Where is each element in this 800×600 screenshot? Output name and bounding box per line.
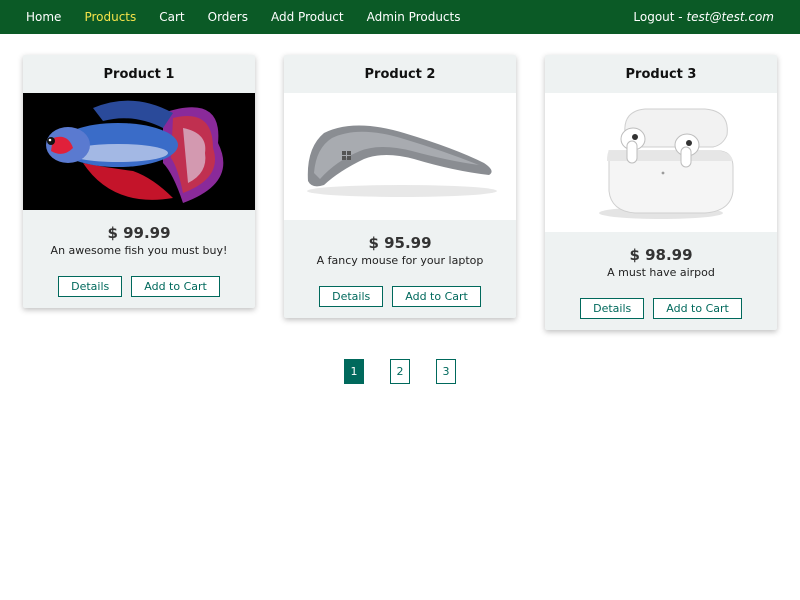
nav-products-link[interactable]: Products	[84, 10, 136, 24]
product-content: $ 99.99 An awesome fish you must buy!	[23, 210, 255, 258]
details-button[interactable]: Details	[319, 286, 384, 307]
airpods-image	[545, 93, 777, 232]
product-title: Product 1	[103, 66, 175, 82]
add-to-cart-button[interactable]: Add to Cart	[392, 286, 481, 307]
product-price: $ 99.99	[107, 224, 171, 242]
main-header: Home Products Cart Orders Add Product Ad…	[0, 0, 800, 34]
logout-link[interactable]: Logout -	[633, 10, 686, 24]
add-to-cart-button[interactable]: Add to Cart	[653, 298, 742, 319]
betta-fish-image	[23, 93, 255, 210]
product-actions: Details Add to Cart	[23, 258, 255, 308]
nav-admin-products-link[interactable]: Admin Products	[367, 10, 461, 24]
main-nav: Home Products Cart Orders Add Product Ad…	[26, 0, 483, 34]
details-button[interactable]: Details	[580, 298, 645, 319]
product-title: Product 3	[625, 66, 697, 82]
product-price: $ 95.99	[368, 234, 432, 252]
page-link-3[interactable]: 3	[436, 359, 456, 384]
arc-mouse-image	[284, 93, 516, 220]
product-card: Product 2 $ 95.99 A fancy mouse for your…	[284, 55, 516, 318]
product-description: A must have airpod	[607, 266, 715, 279]
product-content: $ 98.99 A must have airpod	[545, 232, 777, 280]
product-actions: Details Add to Cart	[545, 280, 777, 330]
product-description: A fancy mouse for your laptop	[316, 254, 484, 267]
product-grid: Product 1 $ 99.99 An awesome fish you mu…	[23, 55, 777, 330]
nav-add-product-link[interactable]: Add Product	[271, 10, 344, 24]
nav-cart-link[interactable]: Cart	[159, 10, 184, 24]
product-description: An awesome fish you must buy!	[50, 244, 228, 257]
details-button[interactable]: Details	[58, 276, 123, 297]
product-card: Product 1 $ 99.99 An awesome fish you mu…	[23, 55, 255, 308]
product-title: Product 2	[364, 66, 436, 82]
logout-area[interactable]: Logout - test@test.com	[633, 10, 774, 24]
page-link-1[interactable]: 1	[344, 359, 364, 384]
user-email: test@test.com	[686, 10, 774, 24]
add-to-cart-button[interactable]: Add to Cart	[131, 276, 220, 297]
product-actions: Details Add to Cart	[284, 268, 516, 318]
product-card: Product 3 $ 98.99 A must have airpod Det…	[545, 55, 777, 330]
nav-orders-link[interactable]: Orders	[208, 10, 248, 24]
pagination: 1 2 3	[344, 359, 456, 384]
page-link-2[interactable]: 2	[390, 359, 410, 384]
product-content: $ 95.99 A fancy mouse for your laptop	[284, 220, 516, 268]
nav-home-link[interactable]: Home	[26, 10, 61, 24]
product-price: $ 98.99	[629, 246, 693, 264]
